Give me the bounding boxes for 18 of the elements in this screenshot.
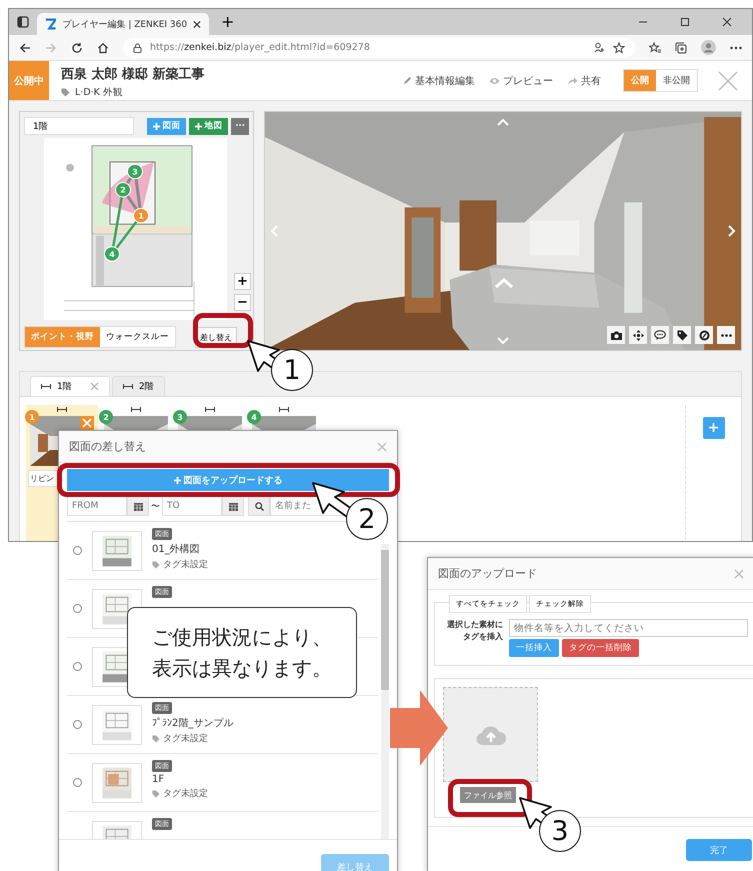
field-label: 選択した素材に タグを挿入	[446, 619, 503, 643]
status-badge: 公開中	[9, 61, 49, 100]
plan-name: 01_外構図	[152, 542, 200, 556]
plan-name: ﾌﾟﾗﾝ2階_サンプル	[152, 716, 234, 730]
viewpoint-number: 2	[99, 410, 113, 424]
tag-list: L·D·K 外観	[75, 86, 123, 99]
dialog-title: 図面のアップロード	[438, 566, 537, 581]
project-title: 西泉 太郎 様邸 新築工事	[61, 66, 205, 83]
viewpoint-number: 4	[247, 410, 261, 424]
range-separator: 〜	[150, 500, 161, 512]
tag-text: タグ未設定	[163, 558, 208, 571]
tag-text: タグ未設定	[163, 788, 208, 800]
tag-text: タグ未設定	[163, 732, 208, 745]
viewpoint-number: 3	[173, 410, 187, 424]
dialog-title: 図面の差し替え	[69, 439, 146, 454]
viewpoint-number: 1	[25, 410, 39, 424]
plan-name: 1F	[152, 774, 164, 785]
note-text: ご使用状況により、 表示は異なります。	[152, 624, 332, 682]
